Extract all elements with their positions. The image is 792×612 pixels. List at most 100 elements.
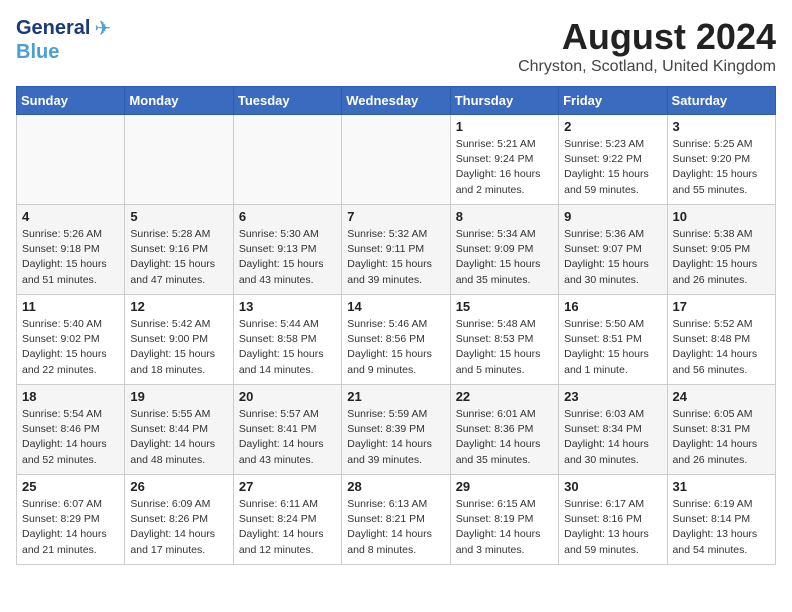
day-info: Sunrise: 5:34 AM Sunset: 9:09 PM Dayligh… <box>456 227 553 288</box>
day-info: Sunrise: 5:42 AM Sunset: 9:00 PM Dayligh… <box>130 317 227 378</box>
day-cell: 1 Sunrise: 5:21 AM Sunset: 9:24 PM Daylig… <box>450 115 558 205</box>
day-cell: 31Sunrise: 6:19 AM Sunset: 8:14 PM Dayli… <box>667 475 775 565</box>
day-cell <box>233 115 341 205</box>
day-number: 30 <box>564 479 661 494</box>
day-number: 2 <box>564 119 661 134</box>
week-row-3: 11 Sunrise: 5:40 AM Sunset: 9:02 PM Dayli… <box>17 295 776 385</box>
day-cell: 5 Sunrise: 5:28 AM Sunset: 9:16 PM Daylig… <box>125 205 233 295</box>
day-number: 21 <box>347 389 444 404</box>
day-cell: 9 Sunrise: 5:36 AM Sunset: 9:07 PM Daylig… <box>559 205 667 295</box>
day-cell: 6 Sunrise: 5:30 AM Sunset: 9:13 PM Daylig… <box>233 205 341 295</box>
day-cell <box>125 115 233 205</box>
day-info: Sunrise: 5:40 AM Sunset: 9:02 PM Dayligh… <box>22 317 119 378</box>
day-number: 25 <box>22 479 119 494</box>
day-info: Sunrise: 5:46 AM Sunset: 8:56 PM Dayligh… <box>347 317 444 378</box>
header-cell-tuesday: Tuesday <box>233 87 341 115</box>
day-number: 7 <box>347 209 444 224</box>
day-cell: 15Sunrise: 5:48 AM Sunset: 8:53 PM Dayli… <box>450 295 558 385</box>
title-block: August 2024 Chryston, Scotland, United K… <box>518 16 776 76</box>
day-number: 22 <box>456 389 553 404</box>
day-info: Sunrise: 5:52 AM Sunset: 8:48 PM Dayligh… <box>673 317 770 378</box>
day-cell: 13Sunrise: 5:44 AM Sunset: 8:58 PM Dayli… <box>233 295 341 385</box>
day-info: Sunrise: 6:07 AM Sunset: 8:29 PM Dayligh… <box>22 497 119 558</box>
day-info: Sunrise: 6:05 AM Sunset: 8:31 PM Dayligh… <box>673 407 770 468</box>
day-cell: 21 Sunrise: 5:59 AM Sunset: 8:39 PM Dayli… <box>342 385 450 475</box>
day-info: Sunrise: 6:01 AM Sunset: 8:36 PM Dayligh… <box>456 407 553 468</box>
page-title: August 2024 <box>518 16 776 58</box>
day-info: Sunrise: 5:38 AM Sunset: 9:05 PM Dayligh… <box>673 227 770 288</box>
day-cell: 14 Sunrise: 5:46 AM Sunset: 8:56 PM Dayli… <box>342 295 450 385</box>
day-info: Sunrise: 6:03 AM Sunset: 8:34 PM Dayligh… <box>564 407 661 468</box>
day-cell: 28Sunrise: 6:13 AM Sunset: 8:21 PM Dayli… <box>342 475 450 565</box>
day-cell: 12 Sunrise: 5:42 AM Sunset: 9:00 PM Dayli… <box>125 295 233 385</box>
day-cell: 27Sunrise: 6:11 AM Sunset: 8:24 PM Dayli… <box>233 475 341 565</box>
day-info: Sunrise: 5:48 AM Sunset: 8:53 PM Dayligh… <box>456 317 553 378</box>
day-info: Sunrise: 5:50 AM Sunset: 8:51 PM Dayligh… <box>564 317 661 378</box>
day-cell: 2 Sunrise: 5:23 AM Sunset: 9:22 PM Daylig… <box>559 115 667 205</box>
week-row-2: 4Sunrise: 5:26 AM Sunset: 9:18 PM Daylig… <box>17 205 776 295</box>
day-info: Sunrise: 5:57 AM Sunset: 8:41 PM Dayligh… <box>239 407 336 468</box>
day-info: Sunrise: 6:17 AM Sunset: 8:16 PM Dayligh… <box>564 497 661 558</box>
day-cell: 10 Sunrise: 5:38 AM Sunset: 9:05 PM Dayli… <box>667 205 775 295</box>
day-number: 14 <box>347 299 444 314</box>
day-info: Sunrise: 5:23 AM Sunset: 9:22 PM Dayligh… <box>564 137 661 198</box>
day-number: 5 <box>130 209 227 224</box>
day-info: Sunrise: 5:21 AM Sunset: 9:24 PM Dayligh… <box>456 137 553 198</box>
day-number: 6 <box>239 209 336 224</box>
day-info: Sunrise: 5:44 AM Sunset: 8:58 PM Dayligh… <box>239 317 336 378</box>
day-cell: 19Sunrise: 5:55 AM Sunset: 8:44 PM Dayli… <box>125 385 233 475</box>
page-header: General ✈ Blue August 2024 Chryston, Sco… <box>16 16 776 76</box>
day-cell: 26 Sunrise: 6:09 AM Sunset: 8:26 PM Dayli… <box>125 475 233 565</box>
day-info: Sunrise: 6:09 AM Sunset: 8:26 PM Dayligh… <box>130 497 227 558</box>
day-number: 28 <box>347 479 444 494</box>
day-number: 11 <box>22 299 119 314</box>
day-info: Sunrise: 6:19 AM Sunset: 8:14 PM Dayligh… <box>673 497 770 558</box>
day-number: 18 <box>22 389 119 404</box>
day-cell: 20Sunrise: 5:57 AM Sunset: 8:41 PM Dayli… <box>233 385 341 475</box>
day-cell: 25 Sunrise: 6:07 AM Sunset: 8:29 PM Dayli… <box>17 475 125 565</box>
logo: General ✈ Blue <box>16 16 111 64</box>
day-number: 23 <box>564 389 661 404</box>
day-cell <box>17 115 125 205</box>
day-info: Sunrise: 5:32 AM Sunset: 9:11 PM Dayligh… <box>347 227 444 288</box>
calendar-table: SundayMondayTuesdayWednesdayThursdayFrid… <box>16 86 776 565</box>
day-number: 29 <box>456 479 553 494</box>
day-info: Sunrise: 5:54 AM Sunset: 8:46 PM Dayligh… <box>22 407 119 468</box>
logo-bird-icon: ✈ <box>94 16 111 41</box>
logo-text-general: General <box>16 17 90 40</box>
day-info: Sunrise: 6:11 AM Sunset: 8:24 PM Dayligh… <box>239 497 336 558</box>
day-number: 1 <box>456 119 553 134</box>
day-number: 12 <box>130 299 227 314</box>
day-cell: 4Sunrise: 5:26 AM Sunset: 9:18 PM Daylig… <box>17 205 125 295</box>
header-cell-saturday: Saturday <box>667 87 775 115</box>
day-info: Sunrise: 6:15 AM Sunset: 8:19 PM Dayligh… <box>456 497 553 558</box>
day-info: Sunrise: 5:30 AM Sunset: 9:13 PM Dayligh… <box>239 227 336 288</box>
day-info: Sunrise: 5:28 AM Sunset: 9:16 PM Dayligh… <box>130 227 227 288</box>
day-cell: 3Sunrise: 5:25 AM Sunset: 9:20 PM Daylig… <box>667 115 775 205</box>
day-number: 26 <box>130 479 227 494</box>
day-number: 9 <box>564 209 661 224</box>
day-number: 16 <box>564 299 661 314</box>
week-row-1: 1 Sunrise: 5:21 AM Sunset: 9:24 PM Daylig… <box>17 115 776 205</box>
header-cell-thursday: Thursday <box>450 87 558 115</box>
header-cell-wednesday: Wednesday <box>342 87 450 115</box>
logo-text-blue: Blue <box>16 41 59 64</box>
day-info: Sunrise: 5:25 AM Sunset: 9:20 PM Dayligh… <box>673 137 770 198</box>
day-cell: 23 Sunrise: 6:03 AM Sunset: 8:34 PM Dayli… <box>559 385 667 475</box>
day-cell: 30 Sunrise: 6:17 AM Sunset: 8:16 PM Dayli… <box>559 475 667 565</box>
day-number: 10 <box>673 209 770 224</box>
day-cell: 29 Sunrise: 6:15 AM Sunset: 8:19 PM Dayli… <box>450 475 558 565</box>
day-cell: 17 Sunrise: 5:52 AM Sunset: 8:48 PM Dayli… <box>667 295 775 385</box>
day-info: Sunrise: 5:59 AM Sunset: 8:39 PM Dayligh… <box>347 407 444 468</box>
day-info: Sunrise: 5:26 AM Sunset: 9:18 PM Dayligh… <box>22 227 119 288</box>
day-cell: 16 Sunrise: 5:50 AM Sunset: 8:51 PM Dayli… <box>559 295 667 385</box>
day-cell: 18 Sunrise: 5:54 AM Sunset: 8:46 PM Dayli… <box>17 385 125 475</box>
day-cell: 8Sunrise: 5:34 AM Sunset: 9:09 PM Daylig… <box>450 205 558 295</box>
header-row: SundayMondayTuesdayWednesdayThursdayFrid… <box>17 87 776 115</box>
day-cell: 11 Sunrise: 5:40 AM Sunset: 9:02 PM Dayli… <box>17 295 125 385</box>
day-number: 24 <box>673 389 770 404</box>
day-number: 17 <box>673 299 770 314</box>
day-cell <box>342 115 450 205</box>
header-cell-sunday: Sunday <box>17 87 125 115</box>
day-info: Sunrise: 5:36 AM Sunset: 9:07 PM Dayligh… <box>564 227 661 288</box>
